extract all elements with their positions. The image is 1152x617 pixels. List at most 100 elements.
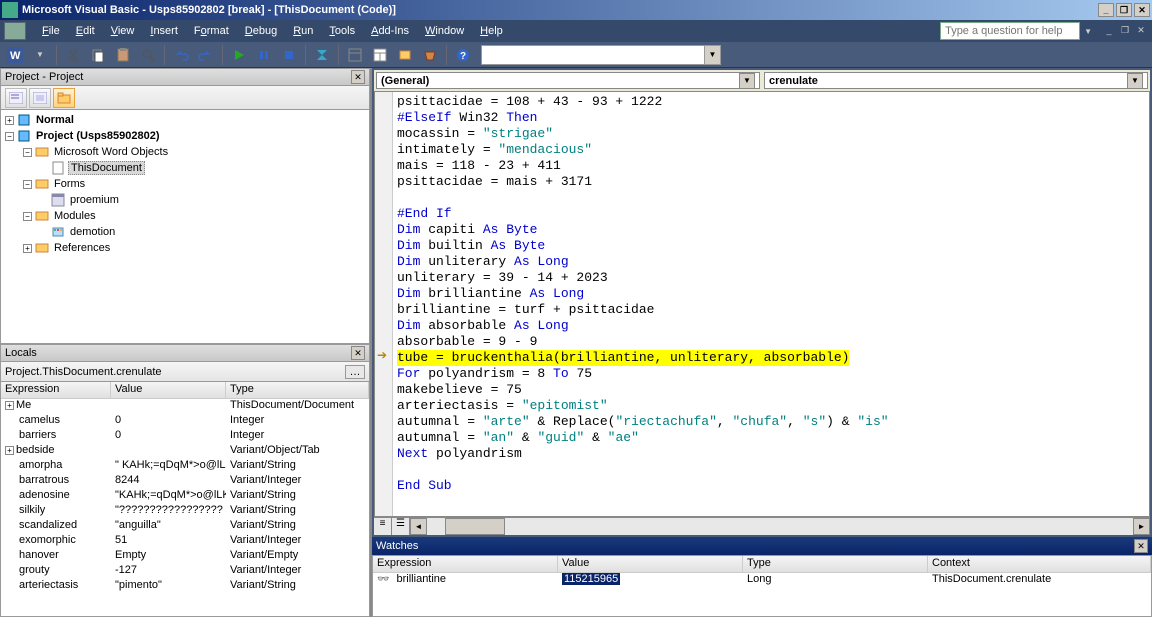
chevron-down-icon[interactable]: ▼: [1127, 73, 1143, 89]
restore-button[interactable]: ❐: [1116, 3, 1132, 17]
locals-row[interactable]: silkily"?????????????????Variant/String: [1, 504, 369, 519]
scroll-thumb[interactable]: [445, 518, 505, 535]
tree-node-modules[interactable]: − Modules: [3, 208, 367, 224]
help-icon[interactable]: ?: [452, 44, 474, 66]
watches-header-expression[interactable]: Expression: [373, 556, 558, 572]
mdi-restore[interactable]: ❐: [1118, 25, 1132, 37]
menu-edit[interactable]: Edit: [68, 23, 103, 39]
tree-node-mwo[interactable]: − Microsoft Word Objects: [3, 144, 367, 160]
undo-icon[interactable]: [170, 44, 192, 66]
locals-header-expression[interactable]: Expression: [1, 382, 111, 398]
menu-format[interactable]: Format: [186, 23, 237, 39]
watches-grid[interactable]: Expression Value Type Context 👓 brillian…: [372, 555, 1152, 617]
object-browser-icon[interactable]: [394, 44, 416, 66]
locals-row[interactable]: amorpha" KAHk;=qDqM*>o@lLVariant/String: [1, 459, 369, 474]
watches-header-type[interactable]: Type: [743, 556, 928, 572]
project-explorer-icon[interactable]: [344, 44, 366, 66]
procedure-view-button[interactable]: ≡: [374, 518, 392, 535]
tree-collapse-icon[interactable]: −: [5, 132, 14, 141]
chevron-down-icon[interactable]: ▼: [739, 73, 755, 89]
break-icon[interactable]: [253, 44, 275, 66]
procedure-dropdown[interactable]: crenulate ▼: [764, 72, 1148, 89]
locals-row[interactable]: hanoverEmptyVariant/Empty: [1, 549, 369, 564]
watches-header-value[interactable]: Value: [558, 556, 743, 572]
locals-row[interactable]: +bedsideVariant/Object/Tab: [1, 444, 369, 459]
locals-row[interactable]: arteriectasis"pimento"Variant/String: [1, 579, 369, 594]
watch-value[interactable]: 115215965: [562, 573, 620, 585]
minimize-button[interactable]: _: [1098, 3, 1114, 17]
menu-file[interactable]: File: [34, 23, 68, 39]
tree-node-normal[interactable]: + Normal: [3, 112, 367, 128]
run-icon[interactable]: [228, 44, 250, 66]
menu-view[interactable]: View: [103, 23, 143, 39]
code-editor[interactable]: ➔ psittacidae = 108 + 43 - 93 + 1222 #El…: [374, 91, 1150, 517]
cut-icon[interactable]: [62, 44, 84, 66]
view-object-icon[interactable]: [29, 88, 51, 108]
menu-run[interactable]: Run: [285, 23, 321, 39]
locals-grid[interactable]: Expression Value Type +MeThisDocument/Do…: [0, 382, 370, 617]
tree-collapse-icon[interactable]: +: [23, 244, 32, 253]
toggle-folders-icon[interactable]: [53, 88, 75, 108]
mdi-minimize[interactable]: _: [1102, 25, 1116, 37]
menu-insert[interactable]: Insert: [142, 23, 186, 39]
locals-row[interactable]: barratrous8244Variant/Integer: [1, 474, 369, 489]
design-mode-icon[interactable]: [311, 44, 333, 66]
menu-tools[interactable]: Tools: [321, 23, 363, 39]
scroll-left-arrow[interactable]: ◄: [410, 518, 427, 535]
scroll-right-arrow[interactable]: ►: [1133, 518, 1150, 535]
tree-collapse-icon[interactable]: −: [23, 180, 32, 189]
code-text-area[interactable]: psittacidae = 108 + 43 - 93 + 1222 #Else…: [393, 92, 1149, 516]
watches-close-button[interactable]: ✕: [1134, 539, 1148, 553]
project-close-button[interactable]: ✕: [351, 70, 365, 84]
tree-collapse-icon[interactable]: −: [23, 212, 32, 221]
tree-node-thisdocument[interactable]: ThisDocument: [3, 160, 367, 176]
toolbar-position-combo[interactable]: ▼: [481, 45, 721, 65]
object-dropdown[interactable]: (General) ▼: [376, 72, 760, 89]
help-search-input[interactable]: [940, 22, 1080, 40]
menu-help[interactable]: Help: [472, 23, 511, 39]
watches-header-context[interactable]: Context: [928, 556, 1151, 572]
reset-icon[interactable]: [278, 44, 300, 66]
locals-header-value[interactable]: Value: [111, 382, 226, 398]
locals-row[interactable]: camelus0Integer: [1, 414, 369, 429]
tree-collapse-icon[interactable]: −: [23, 148, 32, 157]
locals-row[interactable]: grouty-127Variant/Integer: [1, 564, 369, 579]
locals-toggle[interactable]: +: [5, 446, 14, 455]
properties-icon[interactable]: [369, 44, 391, 66]
watch-row[interactable]: 👓 brilliantine 115215965 Long ThisDocume…: [373, 573, 1151, 589]
tree-node-forms[interactable]: − Forms: [3, 176, 367, 192]
copy-icon[interactable]: [87, 44, 109, 66]
locals-row[interactable]: adenosine"KAHk;=qDqM*>o@lLK.Variant/Stri…: [1, 489, 369, 504]
menu-window[interactable]: Window: [417, 23, 472, 39]
locals-row[interactable]: exomorphic51Variant/Integer: [1, 534, 369, 549]
tree-collapse-icon[interactable]: +: [5, 116, 14, 125]
help-dropdown-arrow[interactable]: ▼: [1084, 27, 1092, 36]
project-tree[interactable]: + Normal − Project (Usps85902802) − Micr…: [0, 110, 370, 344]
locals-row[interactable]: scandalized"anguilla"Variant/String: [1, 519, 369, 534]
find-icon[interactable]: [137, 44, 159, 66]
word-icon[interactable]: W: [4, 44, 26, 66]
redo-icon[interactable]: [195, 44, 217, 66]
locals-row[interactable]: barriers0Integer: [1, 429, 369, 444]
tree-node-demotion[interactable]: demotion: [3, 224, 367, 240]
locals-toggle[interactable]: +: [5, 401, 14, 410]
locals-callstack-button[interactable]: …: [345, 365, 365, 379]
full-module-view-button[interactable]: ☰: [392, 518, 410, 535]
menu-addins[interactable]: Add-Ins: [363, 23, 417, 39]
horizontal-scrollbar[interactable]: [427, 518, 1133, 535]
view-code-icon[interactable]: [5, 88, 27, 108]
locals-header-type[interactable]: Type: [226, 382, 369, 398]
menu-debug[interactable]: Debug: [237, 23, 285, 39]
locals-close-button[interactable]: ✕: [351, 346, 365, 360]
tree-node-project[interactable]: − Project (Usps85902802): [3, 128, 367, 144]
chevron-down-icon[interactable]: ▼: [704, 46, 720, 64]
system-menu-icon[interactable]: [4, 22, 26, 40]
locals-row[interactable]: +MeThisDocument/Document: [1, 399, 369, 414]
mdi-close[interactable]: ✕: [1134, 25, 1148, 37]
code-margin[interactable]: ➔: [375, 92, 393, 516]
tree-node-references[interactable]: + References: [3, 240, 367, 256]
toolbar-dropdown[interactable]: ▼: [29, 44, 51, 66]
tree-node-proemium[interactable]: proemium: [3, 192, 367, 208]
close-button[interactable]: ✕: [1134, 3, 1150, 17]
toolbox-icon[interactable]: [419, 44, 441, 66]
